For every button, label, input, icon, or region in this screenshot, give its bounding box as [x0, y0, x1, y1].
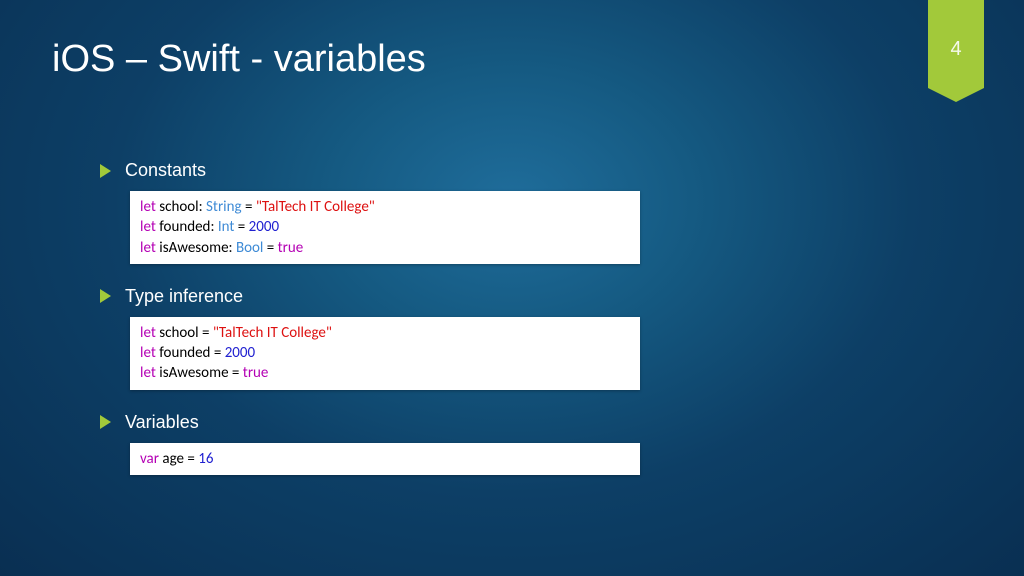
bullet-type-inference: Type inference: [100, 286, 640, 307]
bullet-label: Variables: [125, 412, 199, 433]
triangle-bullet-icon: [100, 415, 111, 429]
bullet-label: Type inference: [125, 286, 243, 307]
page-number: 4: [950, 38, 961, 61]
code-type-inference: let school = "TalTech IT College" let fo…: [130, 317, 640, 390]
code-constants: let school: String = "TalTech IT College…: [130, 191, 640, 264]
page-number-tab: 4: [928, 0, 984, 88]
slide-content: Constants let school: String = "TalTech …: [100, 160, 640, 475]
code-line: let isAwesome: Bool = true: [140, 238, 630, 258]
slide: 4 iOS – Swift - variables Constants let …: [0, 0, 1024, 576]
code-line: var age = 16: [140, 449, 630, 469]
slide-title: iOS – Swift - variables: [52, 38, 426, 81]
bullet-label: Constants: [125, 160, 206, 181]
code-line: let isAwesome = true: [140, 363, 630, 383]
code-line: let school = "TalTech IT College": [140, 323, 630, 343]
code-line: let founded = 2000: [140, 343, 630, 363]
code-line: let founded: Int = 2000: [140, 217, 630, 237]
bullet-constants: Constants: [100, 160, 640, 181]
code-line: let school: String = "TalTech IT College…: [140, 197, 630, 217]
code-variables: var age = 16: [130, 443, 640, 475]
triangle-bullet-icon: [100, 289, 111, 303]
bullet-variables: Variables: [100, 412, 640, 433]
triangle-bullet-icon: [100, 164, 111, 178]
